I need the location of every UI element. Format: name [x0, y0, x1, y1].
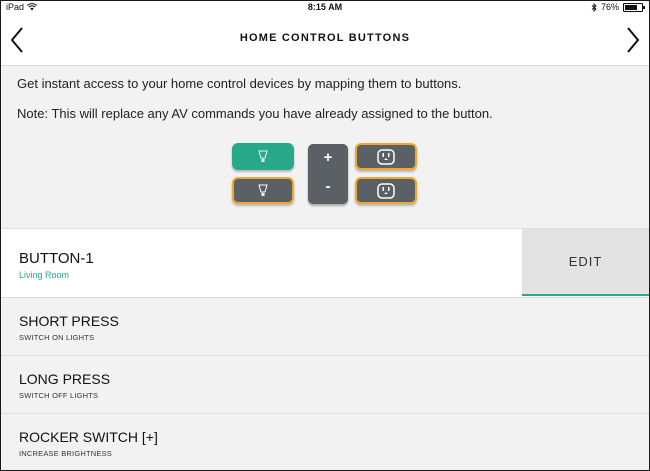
action-sub: SWITCH OFF LIGHTS	[19, 391, 99, 400]
edit-button[interactable]: EDIT	[522, 229, 649, 296]
button-room: Living Room	[19, 270, 70, 280]
button-diagram: + -	[232, 142, 422, 206]
status-bar: iPad 8:15 AM 76%	[1, 1, 649, 15]
intro-text: Get instant access to your home control …	[17, 76, 639, 136]
nav-bar: HOME CONTROL BUTTONS	[1, 15, 649, 66]
intro-line-2: Note: This will replace any AV commands …	[17, 106, 493, 121]
button-name: BUTTON-1	[19, 250, 94, 267]
rocker-minus: -	[325, 178, 331, 195]
key-top-left[interactable]	[232, 143, 294, 170]
action-sub: SWITCH ON LIGHTS	[19, 333, 95, 342]
key-bottom-left[interactable]	[232, 177, 294, 204]
bluetooth-icon	[591, 2, 597, 12]
app-window: iPad 8:15 AM 76% HOME CONTROL BUTTONS Ge…	[0, 0, 650, 471]
key-top-right[interactable]	[355, 143, 417, 170]
chevron-right-icon	[627, 27, 640, 53]
list-item-long-press[interactable]: LONG PRESS SWITCH OFF LIGHTS	[1, 356, 649, 414]
status-right: 76%	[591, 2, 645, 12]
action-sub: INCREASE BRIGHTNESS	[19, 449, 112, 458]
battery-icon	[623, 2, 645, 12]
action-label: ROCKER SWITCH [+]	[19, 429, 158, 445]
action-label: SHORT PRESS	[19, 313, 119, 329]
light-bulb-icon	[258, 184, 268, 196]
key-bottom-right[interactable]	[355, 177, 417, 204]
page-title: HOME CONTROL BUTTONS	[239, 32, 411, 44]
power-outlet-icon	[377, 182, 395, 199]
list-item-rocker-switch[interactable]: ROCKER SWITCH [+] INCREASE BRIGHTNESS	[1, 414, 649, 470]
intro-line-1: Get instant access to your home control …	[17, 76, 462, 91]
rocker-plus: +	[323, 149, 333, 166]
status-time: 8:15 AM	[307, 2, 343, 12]
forward-button[interactable]	[623, 26, 643, 54]
rocker-switch[interactable]: + -	[308, 144, 348, 204]
button-row[interactable]: BUTTON-1 Living Room EDIT	[1, 228, 649, 298]
power-outlet-icon	[377, 148, 395, 165]
list-item-short-press[interactable]: SHORT PRESS SWITCH ON LIGHTS	[1, 298, 649, 356]
button-config-list: BUTTON-1 Living Room EDIT SHORT PRESS SW…	[1, 228, 649, 470]
battery-percent: 76%	[600, 2, 619, 12]
action-label: LONG PRESS	[19, 371, 111, 387]
battery-fill	[625, 4, 637, 10]
light-bulb-icon	[258, 150, 268, 162]
